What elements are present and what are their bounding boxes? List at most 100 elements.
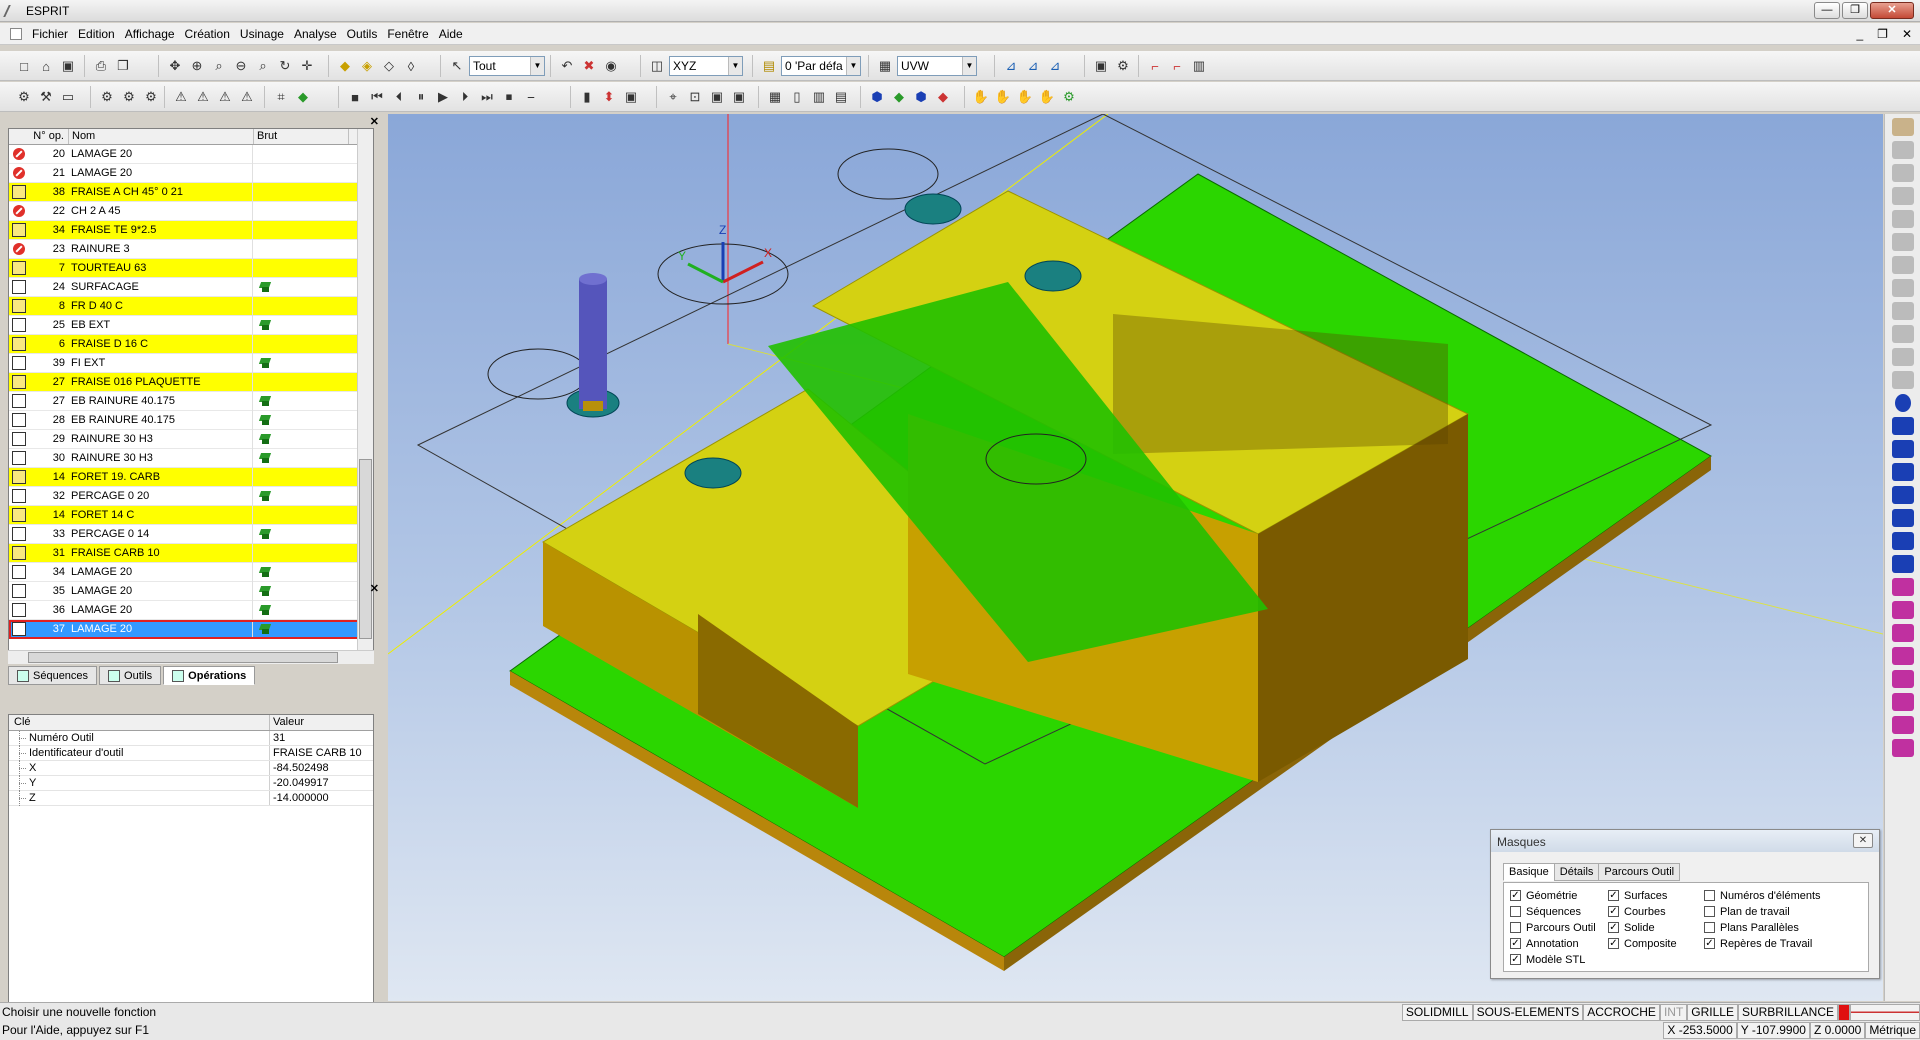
solid-blue-icon[interactable]: ⬢ xyxy=(867,87,887,107)
property-row[interactable]: Y -20.049917 xyxy=(9,776,373,791)
property-row[interactable]: Numéro Outil 31 xyxy=(9,731,373,746)
checkbox-icon[interactable]: ✓ xyxy=(1608,906,1619,917)
minimize-button[interactable]: — xyxy=(1814,2,1840,19)
masque-checkbox[interactable]: Parcours Outil xyxy=(1510,921,1596,934)
menu-analyse[interactable]: Analyse xyxy=(294,27,337,41)
tab-operations[interactable]: Opérations xyxy=(163,666,256,685)
view-top-icon[interactable]: ⊿ xyxy=(1001,56,1021,76)
pan-icon[interactable]: ✥ xyxy=(165,56,185,76)
property-row[interactable]: Z -14.000000 xyxy=(9,791,373,806)
operation-row[interactable]: 27 FRAISE 016 PLAQUETTE xyxy=(9,372,373,392)
hidden-line-icon[interactable]: ◊ xyxy=(401,56,421,76)
restore-button[interactable]: ❐ xyxy=(1842,2,1868,19)
collision-icon[interactable]: ▤ xyxy=(831,87,851,107)
operation-row[interactable]: 14 FORET 19. CARB xyxy=(9,467,373,487)
chuck-5-icon[interactable]: ⚙ xyxy=(1059,87,1079,107)
masque-checkbox[interactable]: ✓ Courbes xyxy=(1608,905,1677,918)
line-icon[interactable] xyxy=(1891,164,1914,182)
operation-row[interactable]: 20 LAMAGE 20 xyxy=(9,144,373,164)
checkbox-icon[interactable]: ✓ xyxy=(1608,938,1619,949)
pause-icon[interactable]: ⏸ xyxy=(411,87,431,107)
simulation-icon[interactable]: ⚙ xyxy=(1113,56,1133,76)
circle-tool-icon[interactable] xyxy=(1894,394,1911,412)
arc-icon[interactable] xyxy=(1891,187,1914,205)
mdi-close-button[interactable]: ✕ xyxy=(1902,27,1912,41)
shade-icon[interactable]: ◆ xyxy=(335,56,355,76)
operation-row[interactable]: 39 FI EXT xyxy=(9,353,373,373)
operation-row[interactable]: 27 EB RAINURE 40.175 xyxy=(9,391,373,411)
select-arrow-icon[interactable]: ↖ xyxy=(447,56,467,76)
tab-outils[interactable]: Outils xyxy=(99,666,162,685)
close-icon[interactable]: ✕ xyxy=(370,582,379,595)
machine-setup-icon[interactable]: ⚙ xyxy=(14,87,34,107)
turret-icon[interactable]: ▥ xyxy=(809,87,829,107)
indicator-surbrillance[interactable]: SURBRILLANCE xyxy=(1737,1004,1838,1021)
operation-row[interactable]: 25 EB EXT xyxy=(9,315,373,335)
cone-icon[interactable] xyxy=(1891,417,1914,435)
tab-parcours-outil[interactable]: Parcours Outil xyxy=(1598,863,1681,881)
revolve-icon[interactable] xyxy=(1891,486,1914,504)
chuck-icon[interactable]: ✋ xyxy=(971,87,991,107)
operation-row[interactable]: 29 RAINURE 30 H3 xyxy=(9,429,373,449)
checkbox-icon[interactable]: ✓ xyxy=(1510,954,1521,965)
operation-row[interactable]: 21 LAMAGE 20 xyxy=(9,163,373,183)
indicator-sous-elements[interactable]: SOUS-ELEMENTS xyxy=(1472,1004,1584,1021)
select-filter-dropdown[interactable]: Tout ▼ xyxy=(469,56,545,76)
print-icon[interactable]: ⎙ xyxy=(91,56,111,76)
shell-icon[interactable] xyxy=(1891,647,1914,665)
tool-holder-icon[interactable]: ⬍ xyxy=(599,87,619,107)
simulate-2-icon[interactable]: ▣ xyxy=(729,87,749,107)
indicator-solidmill[interactable]: SOLIDMILL xyxy=(1401,1004,1473,1021)
operation-row[interactable]: 24 SURFACAGE xyxy=(9,277,373,297)
zoom-icon[interactable]: ⌕ xyxy=(209,56,229,76)
mill-2-icon[interactable]: ⚠ xyxy=(193,87,213,107)
masque-checkbox[interactable]: ✓ Repères de Travail xyxy=(1704,937,1821,950)
mill-3-icon[interactable]: ⚠ xyxy=(215,87,235,107)
stock-display-icon[interactable]: ▣ xyxy=(621,87,641,107)
chuck-4-icon[interactable]: ✋ xyxy=(1037,87,1057,107)
mdi-restore-button[interactable]: ❐ xyxy=(1877,27,1888,41)
tab-sequences[interactable]: Séquences xyxy=(8,666,98,685)
operation-row[interactable]: 7 TOURTEAU 63 xyxy=(9,258,373,278)
face-icon[interactable] xyxy=(1891,302,1914,320)
checkbox-icon[interactable]: ✓ xyxy=(1510,890,1521,901)
rewind-icon[interactable]: ⏮ xyxy=(367,87,387,107)
machine-icon[interactable]: ▦ xyxy=(765,87,785,107)
masque-checkbox[interactable]: Plan de travail xyxy=(1704,905,1821,918)
part-setup-icon[interactable]: ▭ xyxy=(58,87,78,107)
mdi-minimize-button[interactable]: _ xyxy=(1856,27,1863,41)
tab-basique[interactable]: Basique xyxy=(1503,863,1555,881)
checkbox-icon[interactable] xyxy=(1704,906,1715,917)
operation-row[interactable]: 14 FORET 14 C xyxy=(9,505,373,525)
masque-checkbox[interactable]: ✓ Annotation xyxy=(1510,937,1596,950)
checkbox-icon[interactable]: ✓ xyxy=(1608,890,1619,901)
operation-row[interactable]: 30 RAINURE 30 H3 xyxy=(9,448,373,468)
plane-dropdown[interactable]: XYZ ▼ xyxy=(669,56,743,76)
checkbox-icon[interactable] xyxy=(1510,906,1521,917)
window-icon[interactable]: ▣ xyxy=(1091,56,1111,76)
property-value[interactable]: -14.000000 xyxy=(270,791,329,805)
edit-icon[interactable] xyxy=(1891,555,1914,573)
operation-row[interactable]: 38 FRAISE A CH 45° 0 21 xyxy=(9,182,373,202)
menu-creation[interactable]: Création xyxy=(185,27,230,41)
measure-2-icon[interactable]: ⊡ xyxy=(685,87,705,107)
tab-details[interactable]: Détails xyxy=(1553,863,1600,881)
indicator-grille[interactable]: GRILLE xyxy=(1687,1004,1738,1021)
operation-icon[interactable]: ⚙ xyxy=(97,87,117,107)
mill-4-icon[interactable]: ⚠ xyxy=(237,87,257,107)
layer-dropdown[interactable]: 0 'Par défa ▼ xyxy=(781,56,861,76)
masque-checkbox[interactable]: Séquences xyxy=(1510,905,1596,918)
copy-icon[interactable]: ❐ xyxy=(113,56,133,76)
menu-fenetre[interactable]: Fenêtre xyxy=(387,27,428,41)
operation-row[interactable]: 34 LAMAGE 20 xyxy=(9,562,373,582)
stock-green-icon[interactable]: ◆ xyxy=(293,87,313,107)
horizontal-scrollbar[interactable] xyxy=(8,650,374,664)
tool-setup-icon[interactable]: ⚒ xyxy=(36,87,56,107)
operation-row[interactable]: 34 FRAISE TE 9*2.5 xyxy=(9,220,373,240)
operation-row[interactable]: 33 PERCAGE 0 14 xyxy=(9,524,373,544)
checkbox-icon[interactable] xyxy=(1704,922,1715,933)
rotate-icon[interactable]: ↻ xyxy=(275,56,295,76)
step-forward-icon[interactable]: ⏵ xyxy=(455,87,475,107)
col-num-header[interactable]: N° op. xyxy=(9,129,69,144)
masque-checkbox[interactable]: ✓ Composite xyxy=(1608,937,1677,950)
